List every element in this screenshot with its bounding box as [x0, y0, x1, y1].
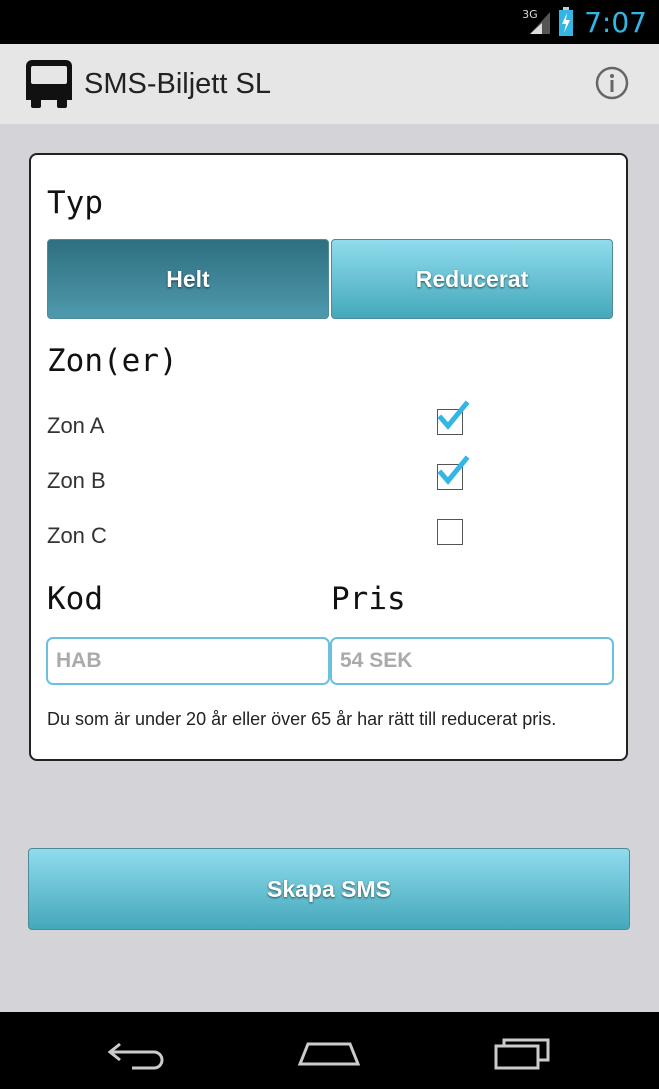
- price-heading: Pris: [331, 581, 406, 617]
- zone-label: Zon A: [47, 413, 105, 438]
- code-input[interactable]: [48, 639, 328, 683]
- recent-apps-icon[interactable]: [488, 1032, 558, 1072]
- zone-c-checkbox[interactable]: [437, 519, 463, 545]
- signal-icon: 3G: [522, 8, 552, 36]
- zone-label: Zon C: [47, 523, 107, 548]
- zones-heading: Zon(er): [47, 343, 178, 379]
- zone-b-checkbox[interactable]: [437, 455, 470, 490]
- back-icon[interactable]: [102, 1032, 172, 1072]
- battery-charging-icon: [559, 7, 574, 36]
- create-sms-button[interactable]: Skapa SMS: [28, 848, 630, 930]
- home-icon[interactable]: [294, 1032, 364, 1072]
- app-bar: SMS-Biljett SL: [0, 44, 659, 125]
- checkmark-icon: [437, 455, 470, 485]
- ticket-form-card: Typ Helt Reducerat Zon(er) Zon A Zon B Z…: [29, 153, 628, 761]
- zone-a-checkbox[interactable]: [437, 400, 470, 435]
- code-heading: Kod: [47, 581, 103, 617]
- type-option-label: Reducerat: [415, 265, 529, 292]
- network-type: 3G: [522, 8, 538, 21]
- zone-row-a[interactable]: Zon A: [47, 400, 470, 445]
- type-option-helt[interactable]: Helt: [47, 239, 329, 319]
- code-field[interactable]: [46, 637, 330, 685]
- bus-icon: [26, 60, 72, 108]
- price-field[interactable]: [330, 637, 614, 685]
- zone-row-b[interactable]: Zon B: [47, 455, 470, 500]
- create-sms-label: Skapa SMS: [267, 875, 391, 902]
- clock: 7:07: [584, 5, 647, 39]
- zone-row-c[interactable]: Zon C: [47, 515, 467, 555]
- type-option-label: Helt: [166, 265, 210, 292]
- status-icons: 3G 7:07: [522, 4, 647, 40]
- checkmark-icon: [437, 400, 470, 430]
- zone-label: Zon B: [47, 468, 106, 493]
- content-area: Typ Helt Reducerat Zon(er) Zon A Zon B Z…: [0, 124, 659, 1012]
- type-option-reducerat[interactable]: Reducerat: [331, 239, 613, 319]
- navigation-bar: [0, 1012, 659, 1089]
- reduced-price-note: Du som är under 20 år eller över 65 år h…: [47, 709, 557, 729]
- app-title: SMS-Biljett SL: [84, 68, 271, 100]
- type-heading: Typ: [47, 185, 103, 221]
- status-bar: 3G 7:07: [0, 0, 659, 44]
- price-input[interactable]: [332, 639, 612, 683]
- info-icon[interactable]: [595, 66, 629, 100]
